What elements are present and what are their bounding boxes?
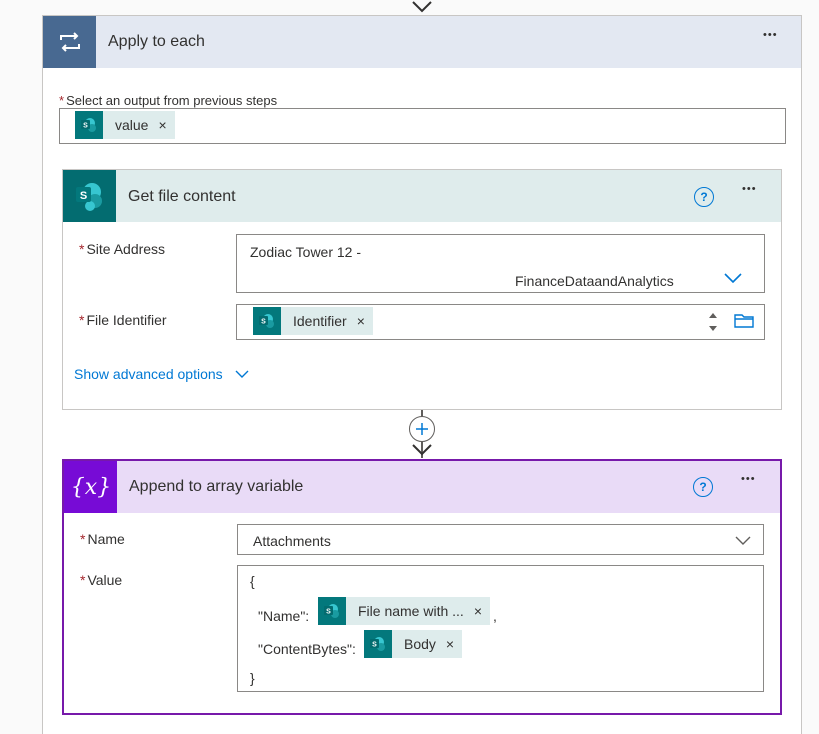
more-options-icon[interactable]: ••• [741, 473, 756, 485]
sharepoint-icon: S [253, 307, 281, 335]
more-options-icon[interactable]: ••• [742, 183, 757, 195]
remove-token-button[interactable]: × [470, 603, 490, 619]
site-address-label-text: Site Address [86, 241, 166, 257]
value-token-label: value [115, 117, 149, 133]
svg-text:S: S [261, 319, 266, 326]
sharepoint-icon: S [364, 630, 392, 658]
file-identifier-label: * File Identifier [79, 312, 167, 328]
remove-token-button[interactable]: × [442, 636, 462, 652]
site-address-dropdown[interactable] [236, 234, 765, 293]
name-value: Attachments [253, 533, 331, 549]
required-mark: * [80, 531, 86, 547]
svg-text:S: S [372, 642, 377, 649]
name-label: * Name [80, 531, 125, 547]
svg-text:S: S [83, 123, 88, 130]
show-advanced-options-link[interactable]: Show advanced options [74, 366, 249, 382]
required-mark: * [79, 241, 85, 257]
add-step-button[interactable] [409, 416, 435, 442]
help-icon[interactable]: ? [693, 477, 713, 497]
comma: , [493, 608, 497, 624]
site-address-line2: FinanceDataandAnalytics [515, 273, 674, 289]
name-label-text: Name [87, 531, 125, 547]
required-mark: * [59, 93, 65, 108]
required-mark: * [79, 312, 85, 328]
identifier-token[interactable]: S Identifier × [253, 307, 373, 335]
chevron-down-icon[interactable] [723, 272, 743, 284]
chevron-down-icon[interactable] [735, 536, 751, 546]
close-brace: } [250, 670, 255, 686]
help-icon[interactable]: ? [694, 187, 714, 207]
stepper-icon[interactable] [707, 311, 719, 333]
remove-token-button[interactable]: × [154, 117, 174, 133]
remove-token-button[interactable]: × [353, 313, 373, 329]
more-options-icon[interactable]: ••• [763, 29, 778, 41]
site-address-line1: Zodiac Tower 12 - [250, 244, 362, 260]
file-identifier-label-text: File Identifier [86, 312, 167, 328]
chevron-down-icon [235, 370, 249, 378]
identifier-token-label: Identifier [293, 313, 347, 329]
body-token[interactable]: S Body × [364, 630, 463, 658]
required-mark: * [80, 572, 86, 588]
sharepoint-icon: S [318, 597, 346, 625]
apply-to-each-title: Apply to each [108, 33, 205, 50]
value-token[interactable]: S value × [75, 111, 175, 139]
append-to-array-title: Append to array variable [129, 478, 304, 495]
value-label-text: Value [87, 572, 123, 588]
sharepoint-icon: S [63, 170, 116, 222]
content-bytes-key: "ContentBytes": [258, 641, 356, 657]
loop-icon [43, 16, 96, 68]
output-label: * Select an output from previous steps [59, 93, 277, 108]
value-label: * Value [80, 572, 122, 588]
value-editor[interactable] [237, 565, 764, 692]
get-file-content-title: Get file content [128, 188, 236, 205]
show-advanced-options-text: Show advanced options [74, 366, 223, 382]
svg-text:S: S [79, 190, 86, 202]
body-token-label: Body [404, 636, 436, 652]
name-key: "Name": [258, 608, 310, 624]
file-name-token-label: File name with ... [358, 603, 464, 619]
output-label-text: Select an output from previous steps [66, 93, 278, 108]
connector-arrow-icon [412, 444, 432, 456]
site-address-label: * Site Address [79, 241, 165, 257]
plus-icon [416, 423, 428, 435]
file-name-token[interactable]: S File name with ... × [318, 597, 491, 625]
open-brace: { [250, 573, 255, 589]
variable-icon: {𝑥} [64, 461, 117, 513]
svg-text:S: S [326, 609, 331, 616]
folder-icon[interactable] [734, 312, 754, 328]
connector-arrow-icon [412, 1, 432, 13]
sharepoint-icon: S [75, 111, 103, 139]
svg-text:{𝑥}: {𝑥} [71, 475, 111, 500]
